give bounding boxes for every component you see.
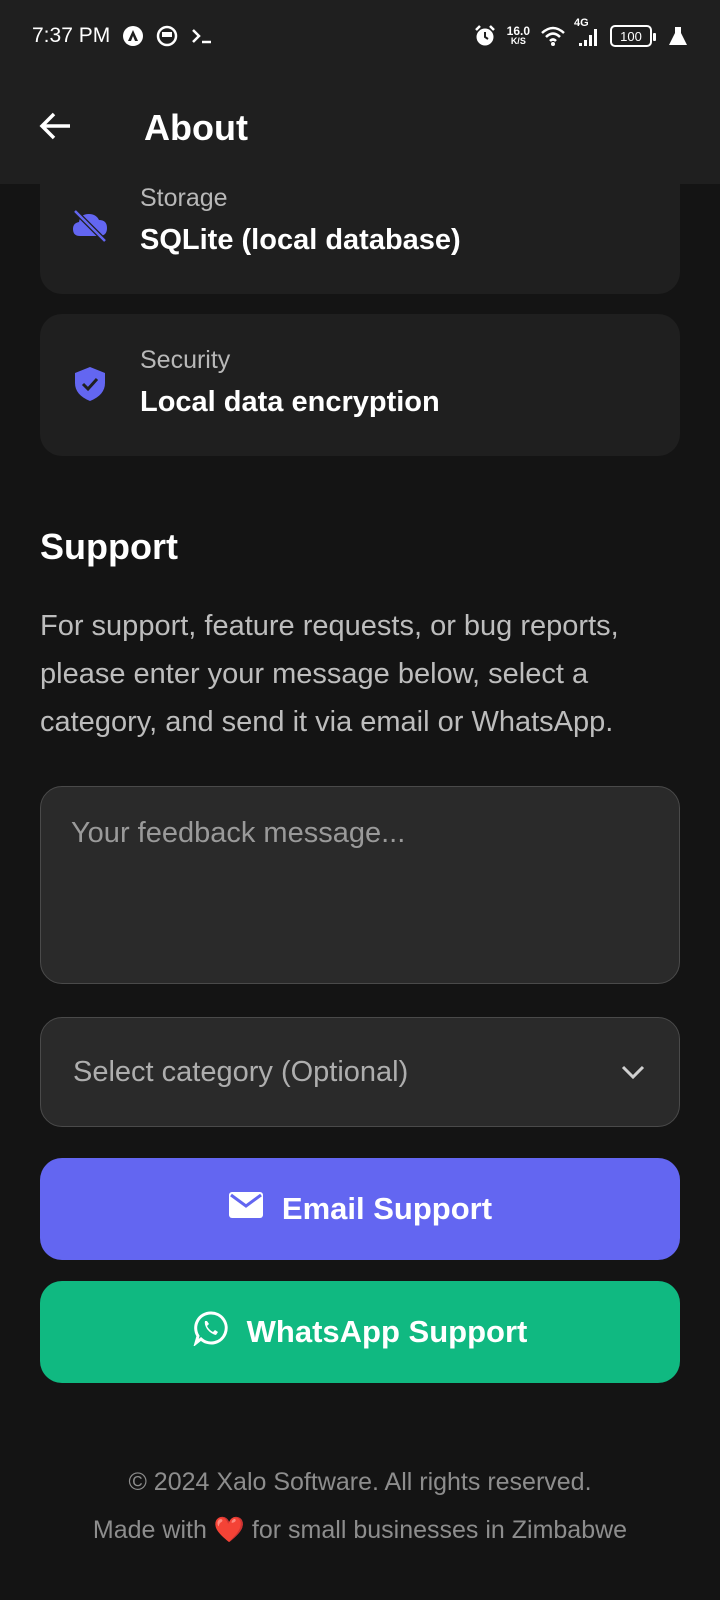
- email-support-button[interactable]: Email Support: [40, 1158, 680, 1260]
- support-title: Support: [40, 526, 178, 567]
- battery-icon: 100: [610, 25, 656, 47]
- cloud-off-icon: [70, 206, 110, 246]
- security-card: Security Local data encryption: [40, 314, 680, 456]
- app-notification-icon: [156, 25, 178, 47]
- support-description: For support, feature requests, or bug re…: [40, 610, 619, 738]
- made-with-prefix: Made with: [92, 1516, 207, 1544]
- net-speed: 16.0 K/S: [506, 24, 530, 46]
- footer-copyright: © 2024 Xalo Software. All rights reserve…: [128, 1468, 592, 1496]
- security-value: Local data encryption: [140, 386, 440, 418]
- app-bar: About: [0, 72, 720, 184]
- signal-icon: 4G: [574, 17, 600, 47]
- security-label: Security: [140, 346, 231, 374]
- category-select[interactable]: Select category (Optional): [40, 1017, 680, 1127]
- made-with-suffix: for small businesses in Zimbabwe: [251, 1516, 628, 1544]
- status-bar: 7:37 PM 16.0 K/S 4G 100: [0, 0, 720, 72]
- whatsapp-support-label: WhatsApp Support: [246, 1314, 528, 1349]
- flask-icon: [668, 25, 688, 47]
- category-select-value: Select category (Optional): [73, 1055, 409, 1088]
- shield-check-icon: [70, 364, 110, 404]
- storage-label: Storage: [140, 184, 228, 212]
- android-auto-icon: [122, 25, 144, 47]
- storage-value: SQLite (local database): [140, 224, 461, 256]
- wifi-icon: [540, 25, 566, 47]
- alarm-icon: [473, 24, 497, 48]
- page-title: About: [144, 107, 248, 148]
- back-button[interactable]: [0, 72, 112, 184]
- heart-icon: ❤️: [213, 1516, 245, 1544]
- arrow-left-icon: [38, 108, 74, 149]
- footer-made-with: Made with ❤️ for small businesses in Zim…: [0, 1516, 720, 1545]
- email-support-label: Email Support: [281, 1191, 493, 1226]
- whatsapp-support-button[interactable]: WhatsApp Support: [40, 1281, 680, 1383]
- whatsapp-icon: [192, 1310, 229, 1354]
- chevron-down-icon: [619, 1058, 647, 1086]
- status-time: 7:37 PM: [32, 24, 111, 47]
- mail-icon: [228, 1191, 264, 1227]
- feedback-message-input[interactable]: [40, 786, 680, 984]
- terminal-icon: [190, 25, 214, 47]
